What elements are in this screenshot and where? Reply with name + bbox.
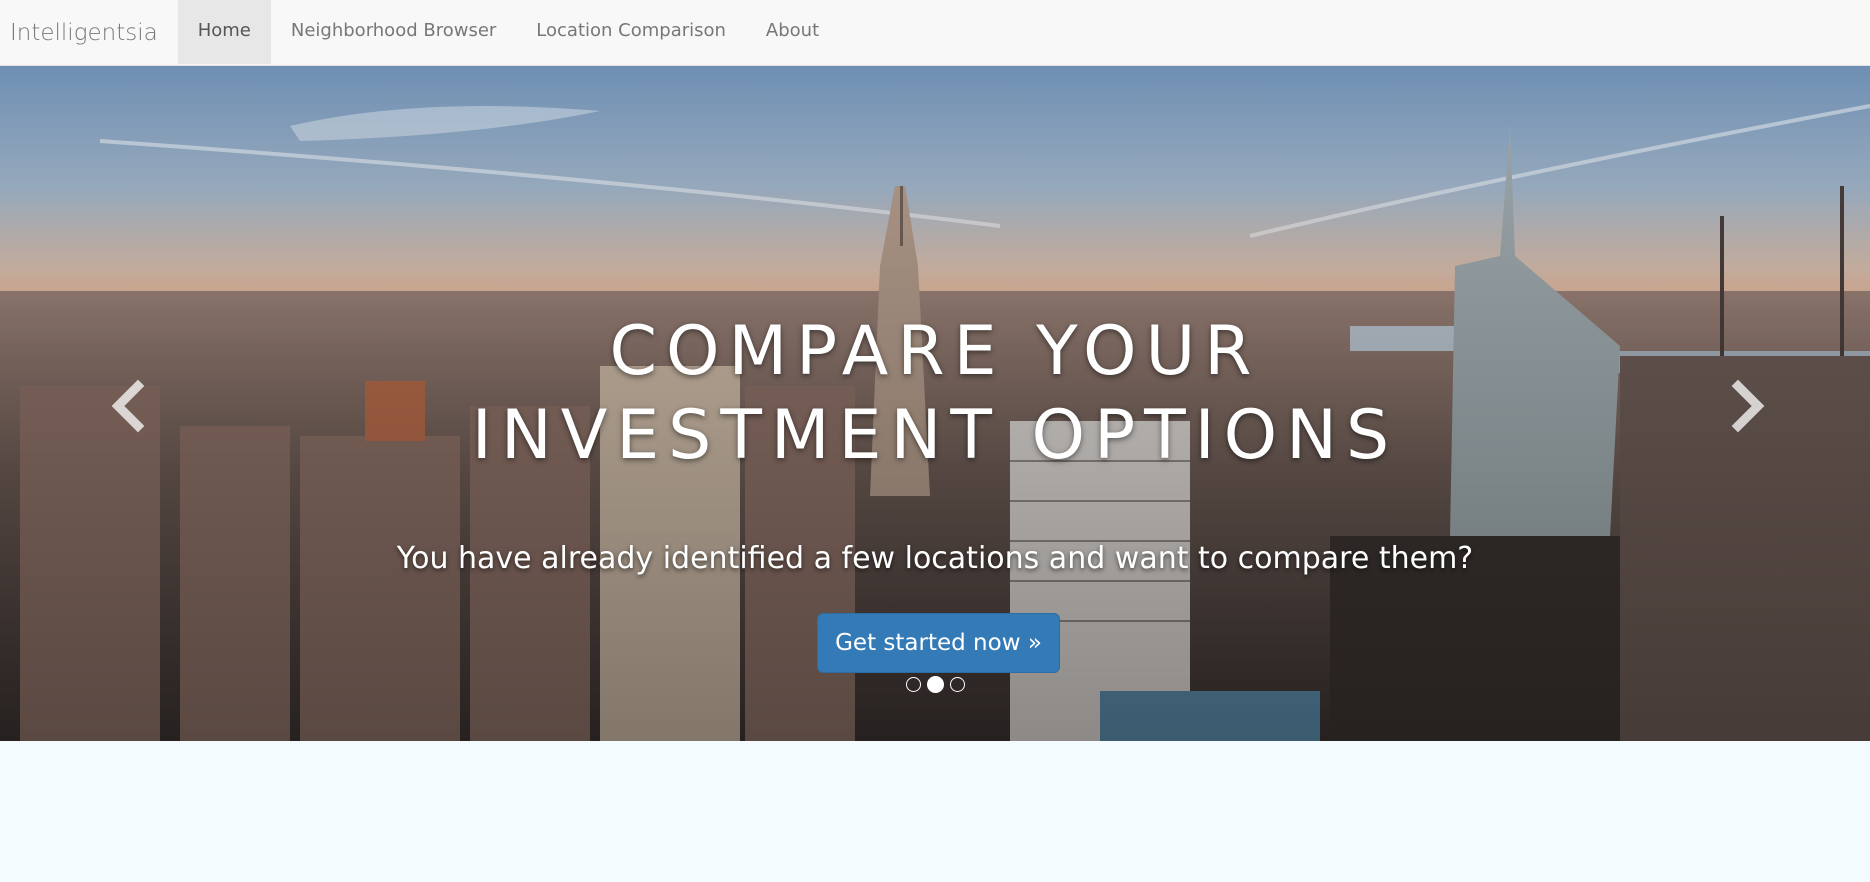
brand-logo[interactable]: Intelligentsia (0, 0, 168, 66)
hero-subtitle: You have already identified a few locati… (396, 541, 1474, 576)
nav-item-neighborhood-browser[interactable]: Neighborhood Browser (271, 0, 516, 64)
carousel-indicators (0, 676, 1870, 693)
top-navbar: Intelligentsia Home Neighborhood Browser… (0, 0, 1870, 66)
carousel-indicator-3[interactable] (949, 677, 965, 692)
content-area (0, 741, 1870, 882)
hero-headline-line-1: COMPARE YOUR (609, 312, 1261, 391)
carousel-prev-button[interactable] (100, 376, 160, 436)
nav-item-about[interactable]: About (746, 0, 839, 64)
hero-headline-line-2: INVESTMENT OPTIONS (471, 396, 1399, 475)
carousel-indicator-1[interactable] (905, 677, 921, 692)
carousel-indicator-2[interactable] (926, 676, 944, 693)
main-nav: Home Neighborhood Browser Location Compa… (177, 0, 839, 66)
chevron-left-icon (111, 379, 145, 433)
hero-carousel: COMPARE YOUR INVESTMENT OPTIONS You have… (0, 66, 1870, 741)
get-started-button[interactable]: Get started now » (817, 613, 1060, 673)
chevron-right-icon (1731, 379, 1765, 433)
hero-headline: COMPARE YOUR INVESTMENT OPTIONS (0, 310, 1870, 478)
nav-item-location-comparison[interactable]: Location Comparison (516, 0, 746, 64)
carousel-next-button[interactable] (1716, 376, 1776, 436)
nav-item-home[interactable]: Home (177, 0, 271, 64)
